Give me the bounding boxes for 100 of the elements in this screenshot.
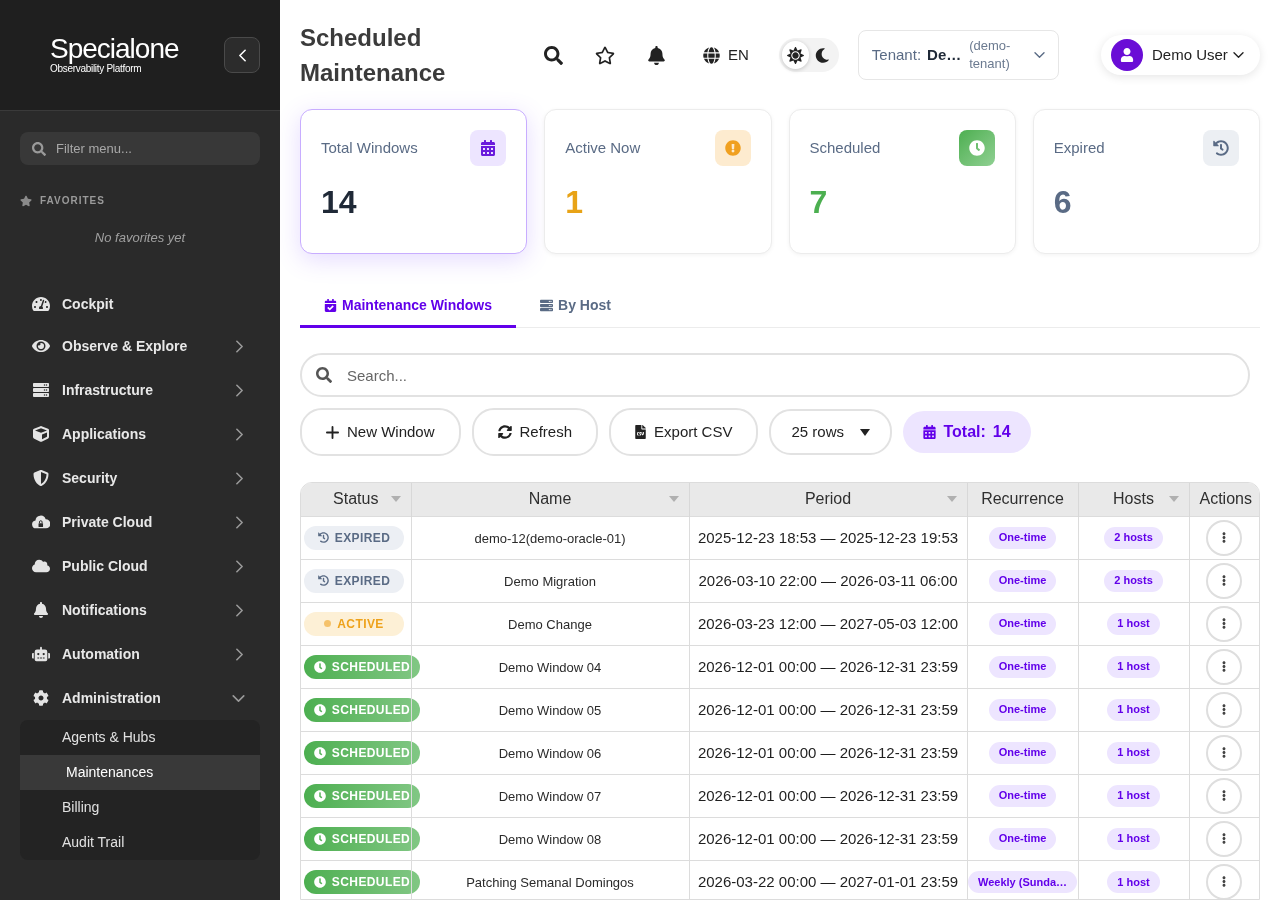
hosts-tag: 1 host bbox=[1107, 698, 1160, 721]
hosts-tag: 2 hosts bbox=[1104, 569, 1163, 592]
page-title: Scheduled Maintenance bbox=[300, 23, 447, 88]
vertical-dots-icon bbox=[1222, 702, 1227, 717]
calendar-icon bbox=[470, 130, 507, 166]
theme-toggle[interactable] bbox=[778, 38, 839, 72]
cloud-lock-icon bbox=[32, 514, 50, 530]
chevron-down-icon bbox=[1033, 52, 1045, 58]
column-header: Actions bbox=[1189, 483, 1259, 516]
search-icon bbox=[32, 141, 46, 156]
recurrence-tag: Weekly (Sunda… bbox=[967, 870, 1077, 893]
toolbar-button[interactable]: Export CSV bbox=[609, 408, 759, 456]
sidebar-item[interactable]: Cockpit bbox=[0, 284, 280, 324]
period-text: 2025-12-23 18:53 — 2025-12-23 19:53 bbox=[697, 528, 959, 546]
user-menu[interactable]: Demo User bbox=[1101, 35, 1260, 75]
bell-icon[interactable] bbox=[648, 45, 665, 65]
hosts-tag: 1 host bbox=[1107, 612, 1160, 635]
column-header[interactable]: Hosts bbox=[1078, 483, 1189, 516]
tenant-id: (demo-tenant) bbox=[969, 37, 1012, 73]
row-actions-button[interactable] bbox=[1206, 519, 1243, 556]
clock-icon bbox=[313, 660, 326, 673]
eye-icon bbox=[32, 338, 50, 354]
sidebar-item[interactable]: Security bbox=[0, 456, 280, 500]
column-header[interactable]: Status bbox=[301, 483, 411, 516]
period-text: 2026-12-01 00:00 — 2026-12-31 23:59 bbox=[697, 657, 959, 675]
column-header[interactable]: Name bbox=[411, 483, 689, 516]
clock-icon bbox=[313, 832, 326, 845]
stat-card[interactable]: Expired 6 bbox=[1032, 109, 1260, 254]
row-actions-button[interactable] bbox=[1206, 691, 1243, 728]
stat-value: 14 bbox=[321, 183, 357, 222]
total-value: 14 bbox=[992, 422, 1011, 442]
hosts-tag: 2 hosts bbox=[1104, 526, 1163, 549]
calendar-icon bbox=[923, 425, 937, 439]
total-label: Total: bbox=[943, 422, 986, 442]
recurrence-tag: One-time bbox=[988, 741, 1057, 764]
sidebar-item[interactable]: Public Cloud bbox=[0, 544, 280, 588]
rows-select[interactable]: 25 rows bbox=[769, 409, 893, 455]
row-actions-button[interactable] bbox=[1206, 562, 1243, 599]
submenu-item[interactable]: Maintenances bbox=[20, 755, 260, 790]
sidebar-item[interactable]: Private Cloud bbox=[0, 500, 280, 544]
vertical-dots-icon bbox=[1222, 659, 1227, 674]
submenu-item[interactable]: Billing bbox=[20, 790, 260, 825]
favorites-heading: FAVORITES bbox=[40, 194, 105, 208]
robot-icon bbox=[32, 646, 50, 662]
window-name: Demo Window 07 bbox=[498, 788, 602, 804]
clock-icon bbox=[313, 789, 326, 802]
recurrence-tag: One-time bbox=[988, 698, 1057, 721]
sidebar-item[interactable]: Infrastructure bbox=[0, 368, 280, 412]
vertical-dots-icon bbox=[1222, 573, 1227, 588]
submenu-item[interactable]: Audit Trail bbox=[20, 825, 260, 860]
row-actions-button[interactable] bbox=[1206, 863, 1243, 899]
hosts-tag: 1 host bbox=[1107, 827, 1160, 850]
stat-label: Total Windows bbox=[321, 137, 418, 158]
gear-icon bbox=[32, 690, 50, 706]
row-actions-button[interactable] bbox=[1206, 777, 1243, 814]
window-name: Demo Window 08 bbox=[498, 831, 602, 847]
window-name: Demo Window 05 bbox=[498, 702, 602, 718]
window-name: Demo Window 04 bbox=[498, 659, 602, 675]
stat-card[interactable]: Total Windows 14 bbox=[300, 109, 528, 254]
row-actions-button[interactable] bbox=[1206, 734, 1243, 771]
cloud-icon bbox=[32, 558, 50, 574]
period-text: 2026-12-01 00:00 — 2026-12-31 23:59 bbox=[697, 829, 959, 847]
vertical-dots-icon bbox=[1222, 745, 1227, 760]
search-icon[interactable] bbox=[544, 45, 563, 65]
sidebar-item[interactable]: Observe & Explore bbox=[0, 324, 280, 368]
favorites-empty-text: No favorites yet bbox=[94, 229, 186, 247]
period-text: 2026-03-10 22:00 — 2026-03-11 06:00 bbox=[698, 571, 958, 589]
collapse-sidebar-button[interactable] bbox=[224, 37, 260, 73]
row-actions-button[interactable] bbox=[1206, 648, 1243, 685]
period-text: 2026-12-01 00:00 — 2026-12-31 23:59 bbox=[697, 700, 959, 718]
sidebar-item[interactable]: Applications bbox=[0, 412, 280, 456]
sidebar-item[interactable]: Notifications bbox=[0, 588, 280, 632]
submenu-item[interactable]: Agents & Hubs bbox=[20, 720, 260, 755]
history-icon bbox=[317, 575, 329, 586]
column-header[interactable]: Period bbox=[689, 483, 967, 516]
window-name: Demo Change bbox=[508, 616, 592, 632]
tab[interactable]: Maintenance Windows bbox=[300, 285, 516, 328]
stat-card[interactable]: Scheduled 7 bbox=[788, 109, 1016, 254]
tab[interactable]: By Host bbox=[516, 285, 635, 328]
bell-icon bbox=[32, 602, 50, 618]
cube-icon bbox=[32, 426, 50, 442]
stat-label: Expired bbox=[1053, 137, 1105, 158]
row-actions-button[interactable] bbox=[1206, 820, 1243, 857]
history-icon bbox=[317, 532, 329, 543]
sidebar-item[interactable]: Administration bbox=[0, 676, 280, 720]
status-label: EXPIRED bbox=[334, 572, 391, 590]
language-button[interactable]: EN bbox=[703, 43, 749, 67]
sidebar-item[interactable]: Automation bbox=[0, 632, 280, 676]
row-actions-button[interactable] bbox=[1206, 605, 1243, 642]
toolbar-button[interactable]: Refresh bbox=[471, 408, 599, 456]
avatar-icon bbox=[1111, 39, 1143, 71]
tenant-name: De… bbox=[927, 44, 962, 65]
star-icon[interactable] bbox=[595, 45, 615, 65]
logo-wordmark: Specialone bbox=[50, 35, 179, 63]
stat-card[interactable]: Active Now 1 bbox=[544, 109, 772, 254]
toolbar-button[interactable]: New Window bbox=[300, 408, 461, 456]
stat-value: 6 bbox=[1053, 183, 1072, 222]
history-icon bbox=[1203, 130, 1239, 166]
stat-value: 7 bbox=[809, 183, 828, 222]
caret-down-icon bbox=[860, 428, 871, 436]
